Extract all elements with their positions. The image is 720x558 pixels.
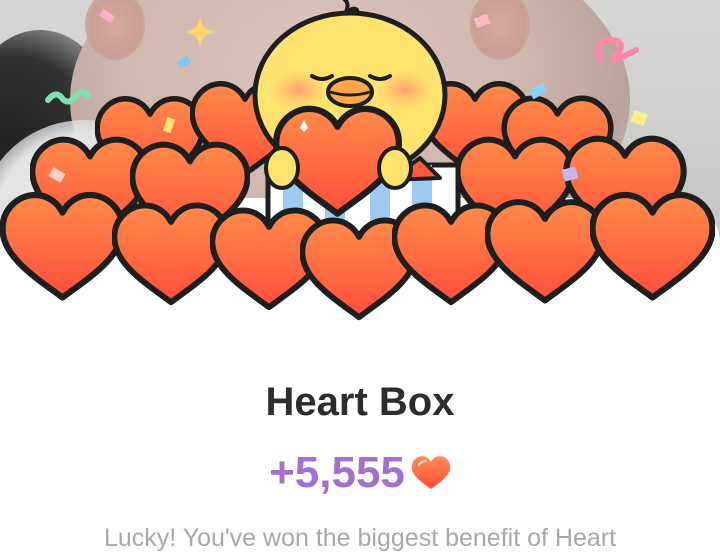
popup-message: Lucky! You've won the biggest benefit of… xyxy=(103,524,617,552)
reward-amount-row: +5,555 xyxy=(0,448,720,498)
heart-icon xyxy=(411,456,451,489)
reward-amount: +5,555 xyxy=(269,448,405,497)
popup-title: Heart Box xyxy=(265,380,455,424)
chick-with-hearts-illustration xyxy=(0,0,720,330)
